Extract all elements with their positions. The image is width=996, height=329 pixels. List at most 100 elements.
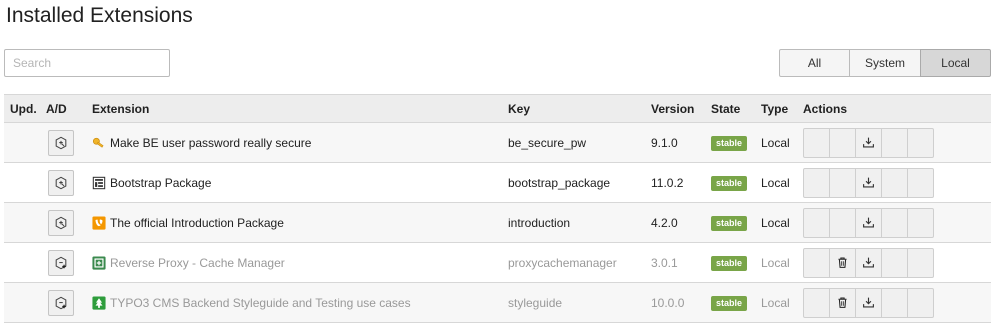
download-button[interactable]: [855, 207, 882, 238]
styleguide-icon: [92, 295, 106, 310]
action-button-empty[interactable]: [881, 127, 908, 158]
update-cell: [4, 202, 46, 243]
download-icon: [863, 297, 874, 308]
action-button-group: [803, 167, 991, 198]
action-button-empty[interactable]: [907, 287, 934, 318]
column-header-state[interactable]: State: [711, 94, 761, 123]
action-button-empty[interactable]: [829, 127, 856, 158]
download-icon: [863, 217, 874, 228]
filter-button-group: All System Local: [779, 49, 991, 77]
action-button-group: [803, 207, 991, 238]
extension-activate-icon: [55, 296, 67, 309]
typo3-icon: [92, 215, 106, 230]
download-button[interactable]: [855, 167, 882, 198]
deactivate-button[interactable]: [48, 209, 74, 236]
extension-key: bootstrap_package: [508, 162, 651, 203]
update-cell: [4, 242, 46, 283]
action-button-empty[interactable]: [803, 287, 830, 318]
download-icon: [863, 257, 874, 268]
extension-name[interactable]: The official Introduction Package: [110, 216, 284, 230]
extension-version: 3.0.1: [651, 242, 711, 283]
deactivate-button[interactable]: [48, 129, 74, 156]
state-badge: stable: [711, 135, 748, 151]
action-button-empty[interactable]: [829, 207, 856, 238]
trash-icon: [838, 297, 847, 308]
column-header-actions: Actions: [803, 94, 991, 123]
update-cell: [4, 162, 46, 203]
extension-version: 4.2.0: [651, 202, 711, 243]
deactivate-button[interactable]: [48, 169, 74, 196]
download-button[interactable]: [855, 127, 882, 158]
column-header-upd[interactable]: Upd.: [4, 94, 46, 123]
update-cell: [4, 122, 46, 163]
extension-activate-icon: [55, 256, 67, 269]
table-row: TYPO3 CMS Backend Styleguide and Testing…: [4, 282, 991, 323]
download-button[interactable]: [855, 287, 882, 318]
extension-version: 10.0.0: [651, 282, 711, 323]
table-row: The official Introduction Package introd…: [4, 202, 991, 243]
action-button-empty[interactable]: [803, 247, 830, 278]
action-button-empty[interactable]: [907, 247, 934, 278]
action-button-empty[interactable]: [803, 207, 830, 238]
column-header-extension[interactable]: Extension: [92, 94, 508, 123]
action-button-group: [803, 287, 991, 318]
page-title: Installed Extensions: [6, 4, 193, 27]
action-button-empty[interactable]: [907, 167, 934, 198]
table-row: Make BE user password really secure be_s…: [4, 122, 991, 163]
trash-icon: [838, 257, 847, 268]
filter-all-button[interactable]: All: [779, 49, 850, 77]
download-button[interactable]: [855, 247, 882, 278]
activate-button[interactable]: [48, 249, 74, 276]
extension-deactivate-icon: [55, 216, 67, 229]
column-header-type[interactable]: Type: [761, 94, 803, 123]
column-header-version[interactable]: Version: [651, 94, 711, 123]
extension-key: proxycachemanager: [508, 242, 651, 283]
action-button-empty[interactable]: [881, 207, 908, 238]
search-input[interactable]: [4, 49, 170, 77]
remove-button[interactable]: [829, 247, 856, 278]
extension-type: Local: [761, 242, 803, 283]
action-button-empty[interactable]: [803, 167, 830, 198]
action-button-group: [803, 247, 991, 278]
extension-version: 9.1.0: [651, 122, 711, 163]
action-button-empty[interactable]: [803, 127, 830, 158]
action-button-empty[interactable]: [881, 167, 908, 198]
extension-type: Local: [761, 162, 803, 203]
action-button-empty[interactable]: [907, 207, 934, 238]
extension-deactivate-icon: [55, 176, 67, 189]
extension-name[interactable]: TYPO3 CMS Backend Styleguide and Testing…: [110, 296, 411, 310]
extension-type: Local: [761, 202, 803, 243]
update-cell: [4, 282, 46, 323]
extension-name[interactable]: Make BE user password really secure: [110, 136, 311, 150]
extension-type: Local: [761, 122, 803, 163]
key-icon: [92, 136, 106, 150]
column-header-ad[interactable]: A/D: [46, 94, 92, 123]
download-icon: [863, 177, 874, 188]
extension-key: introduction: [508, 202, 651, 243]
bootstrap-icon: [92, 176, 106, 190]
action-button-empty[interactable]: [907, 127, 934, 158]
state-badge: stable: [711, 295, 748, 311]
table-header-row: Upd. A/D Extension Key Version State Typ…: [4, 94, 991, 123]
state-badge: stable: [711, 175, 748, 191]
action-button-empty[interactable]: [881, 287, 908, 318]
filter-system-button[interactable]: System: [849, 49, 921, 77]
activate-button[interactable]: [48, 289, 74, 316]
table-row: Reverse Proxy - Cache Manager proxycache…: [4, 242, 991, 283]
extension-deactivate-icon: [55, 136, 67, 149]
action-button-empty[interactable]: [881, 247, 908, 278]
extension-type: Local: [761, 282, 803, 323]
action-button-empty[interactable]: [829, 167, 856, 198]
column-header-key[interactable]: Key: [508, 94, 651, 123]
filter-local-button[interactable]: Local: [920, 49, 991, 77]
extension-version: 11.0.2: [651, 162, 711, 203]
table-row: Bootstrap Package bootstrap_package 11.0…: [4, 162, 991, 203]
remove-button[interactable]: [829, 287, 856, 318]
proxy-icon: [92, 255, 106, 270]
state-badge: stable: [711, 255, 748, 271]
action-button-group: [803, 127, 991, 158]
extensions-table: Upd. A/D Extension Key Version State Typ…: [4, 94, 991, 323]
extension-name[interactable]: Bootstrap Package: [110, 176, 211, 190]
extension-name[interactable]: Reverse Proxy - Cache Manager: [110, 256, 285, 270]
download-icon: [863, 137, 874, 148]
